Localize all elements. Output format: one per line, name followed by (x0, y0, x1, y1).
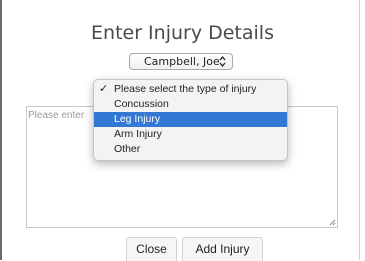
injury-type-option-arm-injury[interactable]: Arm Injury (94, 127, 287, 142)
option-label: Other (114, 143, 141, 155)
option-label: Concussion (114, 98, 169, 110)
dialog-title: Enter Injury Details (91, 22, 274, 44)
notes-placeholder: Please enter (28, 110, 85, 121)
add-injury-button[interactable]: Add Injury (182, 237, 263, 261)
close-button[interactable]: Close (126, 237, 177, 261)
checkmark-icon: ✓ (99, 83, 109, 95)
injury-type-option-placeholder[interactable]: ✓ Please select the type of injury (94, 82, 287, 97)
injury-type-dropdown-menu[interactable]: ✓ Please select the type of injury Concu… (93, 79, 288, 161)
up-down-chevron-icon (219, 54, 226, 70)
injury-type-option-concussion[interactable]: Concussion (94, 97, 287, 112)
patient-select[interactable]: Campbell, Joe (129, 53, 233, 70)
injury-type-option-other[interactable]: Other (94, 142, 287, 157)
injury-type-option-leg-injury[interactable]: Leg Injury (94, 112, 287, 127)
option-label: Please select the type of injury (114, 83, 257, 95)
option-label: Leg Injury (114, 113, 161, 125)
option-label: Arm Injury (114, 128, 162, 140)
patient-select-value: Campbell, Joe (144, 55, 220, 68)
resize-grip-icon[interactable] (328, 218, 336, 226)
